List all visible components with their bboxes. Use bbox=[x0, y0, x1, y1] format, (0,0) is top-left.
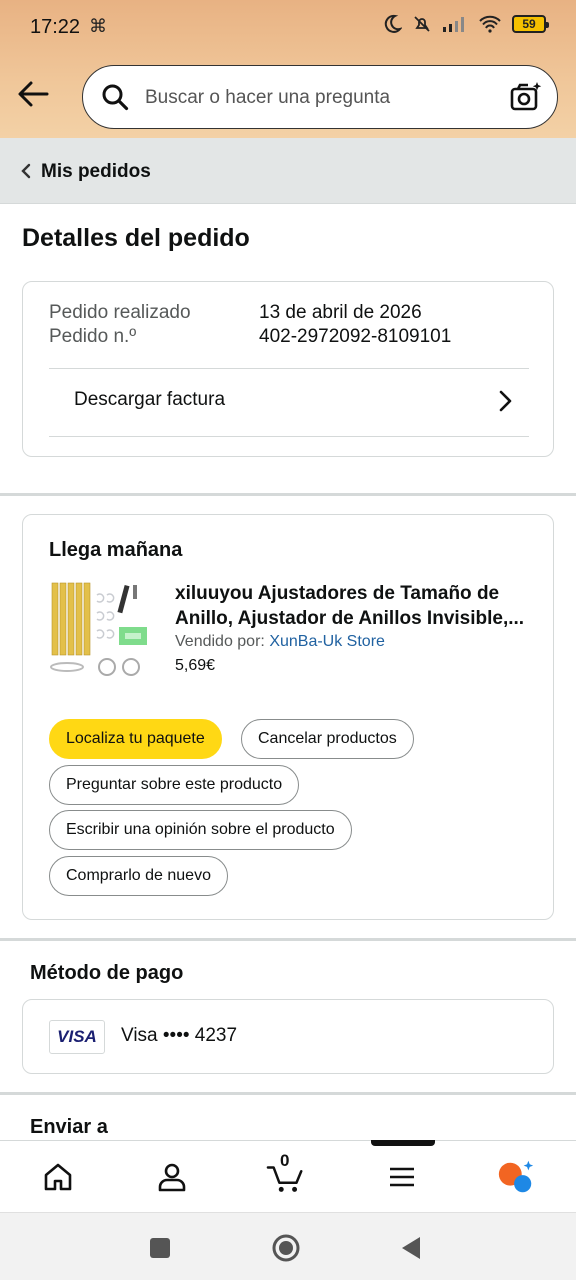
track-package-button[interactable]: Localiza tu paquete bbox=[49, 719, 222, 759]
product-price: 5,69€ bbox=[175, 657, 216, 674]
menu-icon bbox=[390, 1167, 414, 1187]
section-separator bbox=[0, 493, 576, 496]
cancel-items-button[interactable]: Cancelar productos bbox=[241, 719, 414, 759]
search-bar[interactable]: Buscar o hacer una pregunta bbox=[82, 65, 558, 129]
write-review-button[interactable]: Escribir una opinión sobre el producto bbox=[49, 810, 352, 850]
nav-home[interactable] bbox=[38, 1157, 78, 1197]
system-navigation-bar bbox=[0, 1212, 576, 1280]
product-title[interactable]: xiluuyou Ajustadores de Tamaño de Anillo… bbox=[175, 581, 535, 631]
order-info-card: Pedido realizado 13 de abril de 2026 Ped… bbox=[22, 281, 554, 457]
back-button[interactable] bbox=[14, 74, 52, 114]
order-date-label: Pedido realizado bbox=[49, 302, 191, 323]
status-time: 17:22 bbox=[30, 16, 81, 38]
download-invoice-row[interactable]: Descargar factura bbox=[49, 369, 529, 437]
user-icon bbox=[158, 1163, 186, 1192]
order-date-value: 13 de abril de 2026 bbox=[259, 302, 422, 323]
section-separator bbox=[0, 1092, 576, 1095]
home-icon bbox=[44, 1163, 72, 1191]
bell-off-icon bbox=[414, 16, 430, 32]
notification-icon: ⌘ bbox=[89, 16, 107, 36]
section-separator bbox=[0, 938, 576, 941]
app-header: 17:22 ⌘ 59 Buscar o hacer una pregunta bbox=[0, 0, 576, 138]
breadcrumb-label[interactable]: Mis pedidos bbox=[41, 161, 151, 183]
card-number: Visa •••• 4237 bbox=[121, 1025, 238, 1046]
nav-rufus[interactable] bbox=[496, 1157, 536, 1197]
circle-icon bbox=[272, 1234, 300, 1262]
download-invoice-label[interactable]: Descargar factura bbox=[74, 389, 225, 411]
status-bar: 17:22 ⌘ 59 bbox=[0, 0, 576, 56]
product-image[interactable] bbox=[49, 581, 151, 679]
back-system-button[interactable] bbox=[396, 1233, 426, 1263]
wifi-icon bbox=[479, 15, 501, 33]
nav-cart[interactable]: 0 bbox=[266, 1151, 306, 1197]
seller-info: Vendido por: XunBa-Uk Store bbox=[175, 633, 385, 651]
chevron-left-icon bbox=[21, 163, 31, 179]
breadcrumb[interactable]: Mis pedidos bbox=[0, 138, 576, 204]
moon-icon bbox=[384, 14, 402, 33]
payment-card: VISA Visa •••• 4237 bbox=[22, 999, 554, 1074]
page-title: Detalles del pedido bbox=[22, 224, 250, 252]
home-system-button[interactable] bbox=[271, 1233, 301, 1263]
triangle-back-icon bbox=[402, 1237, 420, 1259]
assistant-icon bbox=[498, 1160, 534, 1193]
camera-search-icon[interactable] bbox=[509, 80, 543, 114]
battery-icon: 59 bbox=[512, 15, 549, 33]
product-title-line1[interactable]: xiluuyou Ajustadores de Tamaño de bbox=[175, 581, 535, 606]
square-icon bbox=[150, 1238, 170, 1258]
bottom-navigation: 0 bbox=[0, 1140, 576, 1212]
active-tab-indicator bbox=[371, 1140, 435, 1146]
search-input[interactable]: Buscar o hacer una pregunta bbox=[145, 87, 390, 109]
order-number-label: Pedido n.º bbox=[49, 326, 137, 347]
buy-again-button[interactable]: Comprarlo de nuevo bbox=[49, 856, 228, 896]
arrow-left-icon bbox=[18, 81, 49, 107]
order-number-value: 402-2972092-8109101 bbox=[259, 326, 452, 347]
cart-count: 0 bbox=[280, 1151, 290, 1170]
sold-by-label: Vendido por: bbox=[175, 633, 265, 650]
chevron-right-icon bbox=[499, 390, 512, 412]
arrival-status: Llega mañana bbox=[49, 539, 183, 561]
product-title-line2[interactable]: Anillo, Ajustador de Anillos Invisible,.… bbox=[175, 606, 535, 631]
search-icon bbox=[102, 84, 129, 111]
divider bbox=[49, 436, 529, 437]
seller-link[interactable]: XunBa-Uk Store bbox=[269, 633, 385, 650]
ship-to-heading: Enviar a bbox=[30, 1116, 108, 1138]
visa-logo: VISA bbox=[49, 1020, 105, 1054]
shipment-card: Llega mañana xiluuyou Ajustadores de Tam… bbox=[22, 514, 554, 920]
payment-heading: Método de pago bbox=[30, 962, 184, 984]
ask-question-button[interactable]: Preguntar sobre este producto bbox=[49, 765, 300, 805]
signal-icon bbox=[443, 17, 464, 32]
nav-account[interactable] bbox=[152, 1157, 192, 1197]
recents-button[interactable] bbox=[145, 1233, 175, 1263]
nav-menu[interactable] bbox=[382, 1157, 422, 1197]
status-icons: 59 bbox=[382, 14, 549, 34]
